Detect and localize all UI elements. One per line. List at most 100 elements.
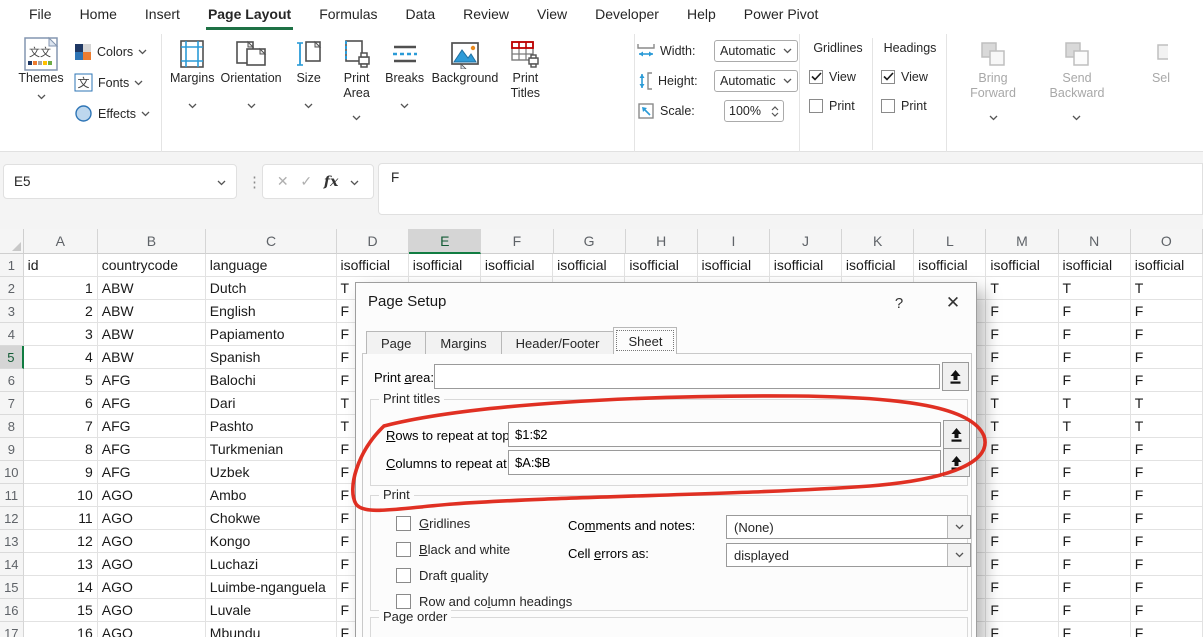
cell-O1[interactable]: isofficial <box>1131 254 1203 277</box>
cell-O11[interactable]: F <box>1131 484 1203 507</box>
width-dropdown[interactable]: Automatic <box>714 40 798 62</box>
row-header-17[interactable]: 17 <box>0 622 24 637</box>
columns-to-repeat-collapse-button[interactable] <box>943 448 970 477</box>
dialog-tab-sheet[interactable]: Sheet <box>613 327 677 354</box>
row-header-11[interactable]: 11 <box>0 484 24 507</box>
menu-tab-home[interactable]: Home <box>78 0 119 30</box>
size-button[interactable]: Size <box>285 30 333 123</box>
cell-A9[interactable]: 8 <box>24 438 98 461</box>
cell-A1[interactable]: id <box>24 254 98 277</box>
row-header-8[interactable]: 8 <box>0 415 24 438</box>
cell-B9[interactable]: AFG <box>98 438 206 461</box>
insert-function-icon[interactable]: fx <box>324 174 338 190</box>
cell-N4[interactable]: F <box>1059 323 1131 346</box>
cell-E1[interactable]: isofficial <box>409 254 481 277</box>
cell-A8[interactable]: 7 <box>24 415 98 438</box>
print-area-button[interactable]: PrintArea <box>333 30 381 135</box>
comments-and-notes-dropdown[interactable]: (None) <box>726 515 971 539</box>
cell-A6[interactable]: 5 <box>24 369 98 392</box>
send-backward-button[interactable]: SendBackward <box>1044 30 1110 160</box>
cell-A3[interactable]: 2 <box>24 300 98 323</box>
cell-M5[interactable]: F <box>986 346 1058 369</box>
cell-N6[interactable]: F <box>1059 369 1131 392</box>
row-header-12[interactable]: 12 <box>0 507 24 530</box>
cell-N3[interactable]: F <box>1059 300 1131 323</box>
cell-C16[interactable]: Luvale <box>206 599 337 622</box>
dropdown-chevron-button[interactable] <box>947 516 970 538</box>
column-header-G[interactable]: G <box>554 229 626 254</box>
column-header-B[interactable]: B <box>98 229 206 254</box>
cell-B11[interactable]: AGO <box>98 484 206 507</box>
cell-M17[interactable]: F <box>986 622 1058 637</box>
cell-A17[interactable]: 16 <box>24 622 98 637</box>
bring-forward-button[interactable]: BringForward <box>960 30 1026 160</box>
column-header-N[interactable]: N <box>1059 229 1131 254</box>
cell-C9[interactable]: Turkmenian <box>206 438 337 461</box>
cell-B5[interactable]: ABW <box>98 346 206 369</box>
cell-N16[interactable]: F <box>1059 599 1131 622</box>
cell-M15[interactable]: F <box>986 576 1058 599</box>
cell-O10[interactable]: F <box>1131 461 1203 484</box>
column-header-C[interactable]: C <box>206 229 337 254</box>
cell-O4[interactable]: F <box>1131 323 1203 346</box>
cell-C2[interactable]: Dutch <box>206 277 337 300</box>
cell-O3[interactable]: F <box>1131 300 1203 323</box>
columns-to-repeat-input[interactable] <box>508 450 941 475</box>
cell-O12[interactable]: F <box>1131 507 1203 530</box>
menu-tab-insert[interactable]: Insert <box>143 0 182 30</box>
cell-O15[interactable]: F <box>1131 576 1203 599</box>
cell-M2[interactable]: T <box>986 277 1058 300</box>
name-box[interactable]: E5 <box>3 164 237 199</box>
gridlines-print-checkbox[interactable]: Print <box>805 91 871 120</box>
menu-tab-view[interactable]: View <box>535 0 569 30</box>
cell-A16[interactable]: 15 <box>24 599 98 622</box>
dialog-help-button[interactable]: ? <box>884 289 914 317</box>
formula-input[interactable]: F <box>378 163 1203 215</box>
select-all-corner[interactable] <box>0 229 24 254</box>
cell-D1[interactable]: isofficial <box>337 254 409 277</box>
cell-A7[interactable]: 6 <box>24 392 98 415</box>
fonts-button[interactable]: 文Fonts <box>74 67 160 98</box>
menu-tab-help[interactable]: Help <box>685 0 718 30</box>
cell-O16[interactable]: F <box>1131 599 1203 622</box>
cell-N17[interactable]: F <box>1059 622 1131 637</box>
column-header-I[interactable]: I <box>698 229 770 254</box>
cell-N8[interactable]: T <box>1059 415 1131 438</box>
cell-B13[interactable]: AGO <box>98 530 206 553</box>
cell-C12[interactable]: Chokwe <box>206 507 337 530</box>
cell-O8[interactable]: T <box>1131 415 1203 438</box>
cell-K1[interactable]: isofficial <box>842 254 914 277</box>
row-header-5[interactable]: 5 <box>0 346 24 369</box>
menu-tab-developer[interactable]: Developer <box>593 0 661 30</box>
cell-N9[interactable]: F <box>1059 438 1131 461</box>
cell-B1[interactable]: countrycode <box>98 254 206 277</box>
cell-O5[interactable]: F <box>1131 346 1203 369</box>
row-header-3[interactable]: 3 <box>0 300 24 323</box>
cell-O13[interactable]: F <box>1131 530 1203 553</box>
cell-M8[interactable]: T <box>986 415 1058 438</box>
cell-C4[interactable]: Papiamento <box>206 323 337 346</box>
black-and-white-checkbox[interactable]: Black and white <box>396 541 510 557</box>
column-header-H[interactable]: H <box>626 229 698 254</box>
cell-C1[interactable]: language <box>206 254 337 277</box>
cell-O2[interactable]: T <box>1131 277 1203 300</box>
dialog-close-button[interactable]: ✕ <box>938 289 968 317</box>
cell-C15[interactable]: Luimbe-nganguela <box>206 576 337 599</box>
cell-C5[interactable]: Spanish <box>206 346 337 369</box>
menu-tab-page-layout[interactable]: Page Layout <box>206 0 293 30</box>
cell-M3[interactable]: F <box>986 300 1058 323</box>
confirm-entry-icon[interactable]: ✓ <box>300 173 312 190</box>
cell-L1[interactable]: isofficial <box>914 254 986 277</box>
cell-A13[interactable]: 12 <box>24 530 98 553</box>
cell-C3[interactable]: English <box>206 300 337 323</box>
cell-C6[interactable]: Balochi <box>206 369 337 392</box>
cell-C13[interactable]: Kongo <box>206 530 337 553</box>
cell-M14[interactable]: F <box>986 553 1058 576</box>
cell-B10[interactable]: AFG <box>98 461 206 484</box>
cell-B15[interactable]: AGO <box>98 576 206 599</box>
cell-B16[interactable]: AGO <box>98 599 206 622</box>
row-header-13[interactable]: 13 <box>0 530 24 553</box>
headings-print-checkbox[interactable]: Print <box>877 91 943 120</box>
cell-O17[interactable]: F <box>1131 622 1203 637</box>
cell-A4[interactable]: 3 <box>24 323 98 346</box>
